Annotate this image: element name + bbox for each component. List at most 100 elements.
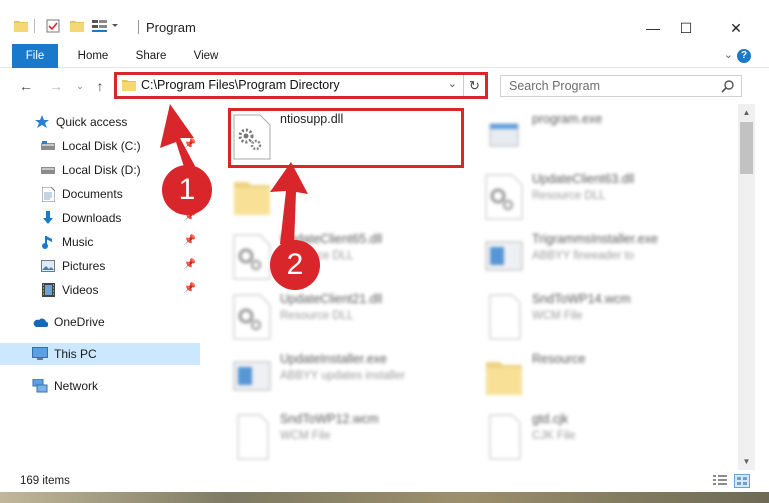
file-name: SndToWP14.wcm: [532, 292, 631, 306]
close-button[interactable]: ✕: [713, 14, 759, 42]
sidebar-item-label: This PC: [54, 347, 97, 361]
properties-icon[interactable]: [46, 16, 60, 36]
pin-icon[interactable]: 📌: [184, 259, 196, 270]
file-item-sndtowp12-wcm[interactable]: SndToWP12.wcm WCM File: [228, 408, 478, 464]
sidebar-item-label: OneDrive: [54, 315, 105, 329]
navigation-pane: Quick access Local Disk (C:) 📌 Local Dis…: [0, 104, 202, 470]
scroll-down-icon[interactable]: ▼: [738, 453, 755, 470]
file-description: Resource DLL: [532, 190, 606, 202]
help-icon[interactable]: ?: [737, 49, 751, 63]
file-name: UpdateInstaller.exe: [280, 352, 388, 366]
sidebar-item-videos[interactable]: Videos 📌: [0, 279, 200, 301]
drive-icon: [40, 138, 56, 154]
toolbar-divider: [34, 19, 35, 33]
file-description: WCM File: [280, 430, 331, 442]
file-item-trigrammsinstaller-exe[interactable]: TrigrammsInstaller.exe ABBYY fineeader t…: [480, 228, 730, 284]
file-item-resource-folder[interactable]: Resource: [480, 348, 730, 404]
scroll-up-icon[interactable]: ▲: [738, 104, 755, 121]
pin-icon[interactable]: 📌: [184, 283, 196, 294]
details-view-icon[interactable]: [712, 474, 728, 488]
sidebar-item-this-pc[interactable]: This PC: [0, 343, 200, 365]
file-item-gtd-cjk[interactable]: gtd.cjk CJK File: [480, 408, 730, 464]
file-description: WCM File: [532, 310, 583, 322]
sidebar-item-label: Videos: [62, 283, 99, 297]
status-bar: 169 items: [0, 470, 769, 492]
tab-file[interactable]: File: [12, 44, 58, 68]
sidebar-item-label: Local Disk (D:): [62, 163, 141, 177]
sidebar-item-music[interactable]: Music 📌: [0, 231, 200, 253]
dll-gear-icon: [233, 234, 271, 280]
star-icon: [34, 114, 50, 130]
cloud-icon: [32, 314, 48, 330]
annotation-marker-2: 2: [270, 240, 320, 290]
file-name: TrigrammsInstaller.exe: [532, 232, 658, 246]
dll-gear-icon: [485, 174, 523, 220]
forward-arrow-icon[interactable]: →: [46, 76, 66, 96]
vertical-scrollbar[interactable]: ▲ ▼: [738, 104, 755, 470]
expand-ribbon-icon[interactable]: ⌄: [724, 48, 733, 61]
sidebar-item-quick-access[interactable]: Quick access: [0, 111, 200, 133]
documents-icon: [40, 186, 56, 202]
up-arrow-icon[interactable]: ↑: [90, 76, 110, 96]
sidebar-item-label: Pictures: [62, 259, 106, 273]
window-title: Program: [146, 20, 196, 35]
file-name: gtd.cjk: [532, 412, 569, 426]
maximize-button[interactable]: ☐: [663, 14, 709, 42]
new-folder-icon[interactable]: [70, 16, 84, 36]
file-item-folder[interactable]: [228, 168, 478, 224]
file-item-updateclient21-dll[interactable]: UpdateClient21.dll Resource DLL: [228, 288, 478, 344]
sidebar-item-onedrive[interactable]: OneDrive: [0, 311, 200, 333]
file-name: UpdateClient63.dll: [532, 172, 635, 186]
scrollbar-thumb[interactable]: [740, 122, 753, 174]
installer-icon: [485, 241, 523, 271]
navigation-bar: ← → ⌄ ↑ C:\Program Files\Program Directo…: [0, 68, 769, 104]
file-item-sndtowp14-wcm[interactable]: SndToWP14.wcm WCM File: [480, 288, 730, 344]
music-icon: [40, 234, 56, 250]
sidebar-item-label: Quick access: [56, 115, 128, 129]
sidebar-item-local-disk-c[interactable]: Local Disk (C:) 📌: [0, 135, 200, 157]
tab-view[interactable]: View: [184, 44, 228, 68]
sidebar-item-label: Music: [62, 235, 94, 249]
refresh-icon[interactable]: ↻: [463, 75, 485, 96]
file-name: SndToWP12.wcm: [280, 412, 379, 426]
customize-quick-access-icon[interactable]: [92, 16, 120, 36]
file-name: program.exe: [532, 112, 603, 126]
drive-icon: [40, 162, 56, 178]
search-input[interactable]: [501, 76, 716, 96]
file-description: CJK File: [532, 430, 576, 442]
sidebar-item-downloads[interactable]: Downloads 📌: [0, 207, 200, 229]
file-name: Resource: [532, 352, 586, 366]
search-box[interactable]: [500, 75, 742, 97]
ribbon-tabs: File Home Share View ⌄ ?: [0, 44, 769, 68]
pin-icon[interactable]: 📌: [184, 235, 196, 246]
videos-icon: [40, 282, 56, 298]
blank-file-icon: [489, 294, 521, 340]
title-bar: Program — ☐ ✕: [0, 0, 769, 42]
highlight-box: [228, 108, 464, 168]
file-description: ABBYY updates installer: [280, 370, 406, 382]
sidebar-item-label: Downloads: [62, 211, 122, 225]
tab-home[interactable]: Home: [68, 44, 118, 68]
address-path[interactable]: C:\Program Files\Program Directory: [141, 78, 340, 92]
folder-icon: [234, 182, 270, 215]
recent-locations-icon[interactable]: ⌄: [70, 76, 90, 96]
sidebar-item-pictures[interactable]: Pictures 📌: [0, 255, 200, 277]
pin-icon[interactable]: 📌: [184, 139, 196, 150]
back-arrow-icon[interactable]: ←: [16, 76, 36, 96]
large-icons-view-icon[interactable]: [734, 474, 750, 488]
sidebar-item-label: Local Disk (C:): [62, 139, 141, 153]
address-bar[interactable]: C:\Program Files\Program Directory ⌄ ↻: [114, 72, 488, 99]
tab-share[interactable]: Share: [128, 44, 174, 68]
blank-file-icon: [489, 414, 521, 460]
file-item-updateinstaller-exe[interactable]: UpdateInstaller.exe ABBYY updates instal…: [228, 348, 478, 404]
exe-icon: [489, 123, 519, 147]
file-item-program-exe[interactable]: program.exe: [480, 108, 730, 164]
sidebar-item-network[interactable]: Network: [0, 375, 200, 397]
search-icon[interactable]: [721, 79, 735, 93]
file-item-updateclient63-dll[interactable]: UpdateClient63.dll Resource DLL: [480, 168, 730, 224]
chevron-down-icon[interactable]: ⌄: [448, 77, 457, 90]
network-icon: [32, 378, 48, 394]
blank-file-icon: [237, 414, 269, 460]
folder-icon: [486, 362, 522, 395]
file-item-updateclient65-dll[interactable]: UpdateClient65.dll Resource DLL: [228, 228, 478, 284]
